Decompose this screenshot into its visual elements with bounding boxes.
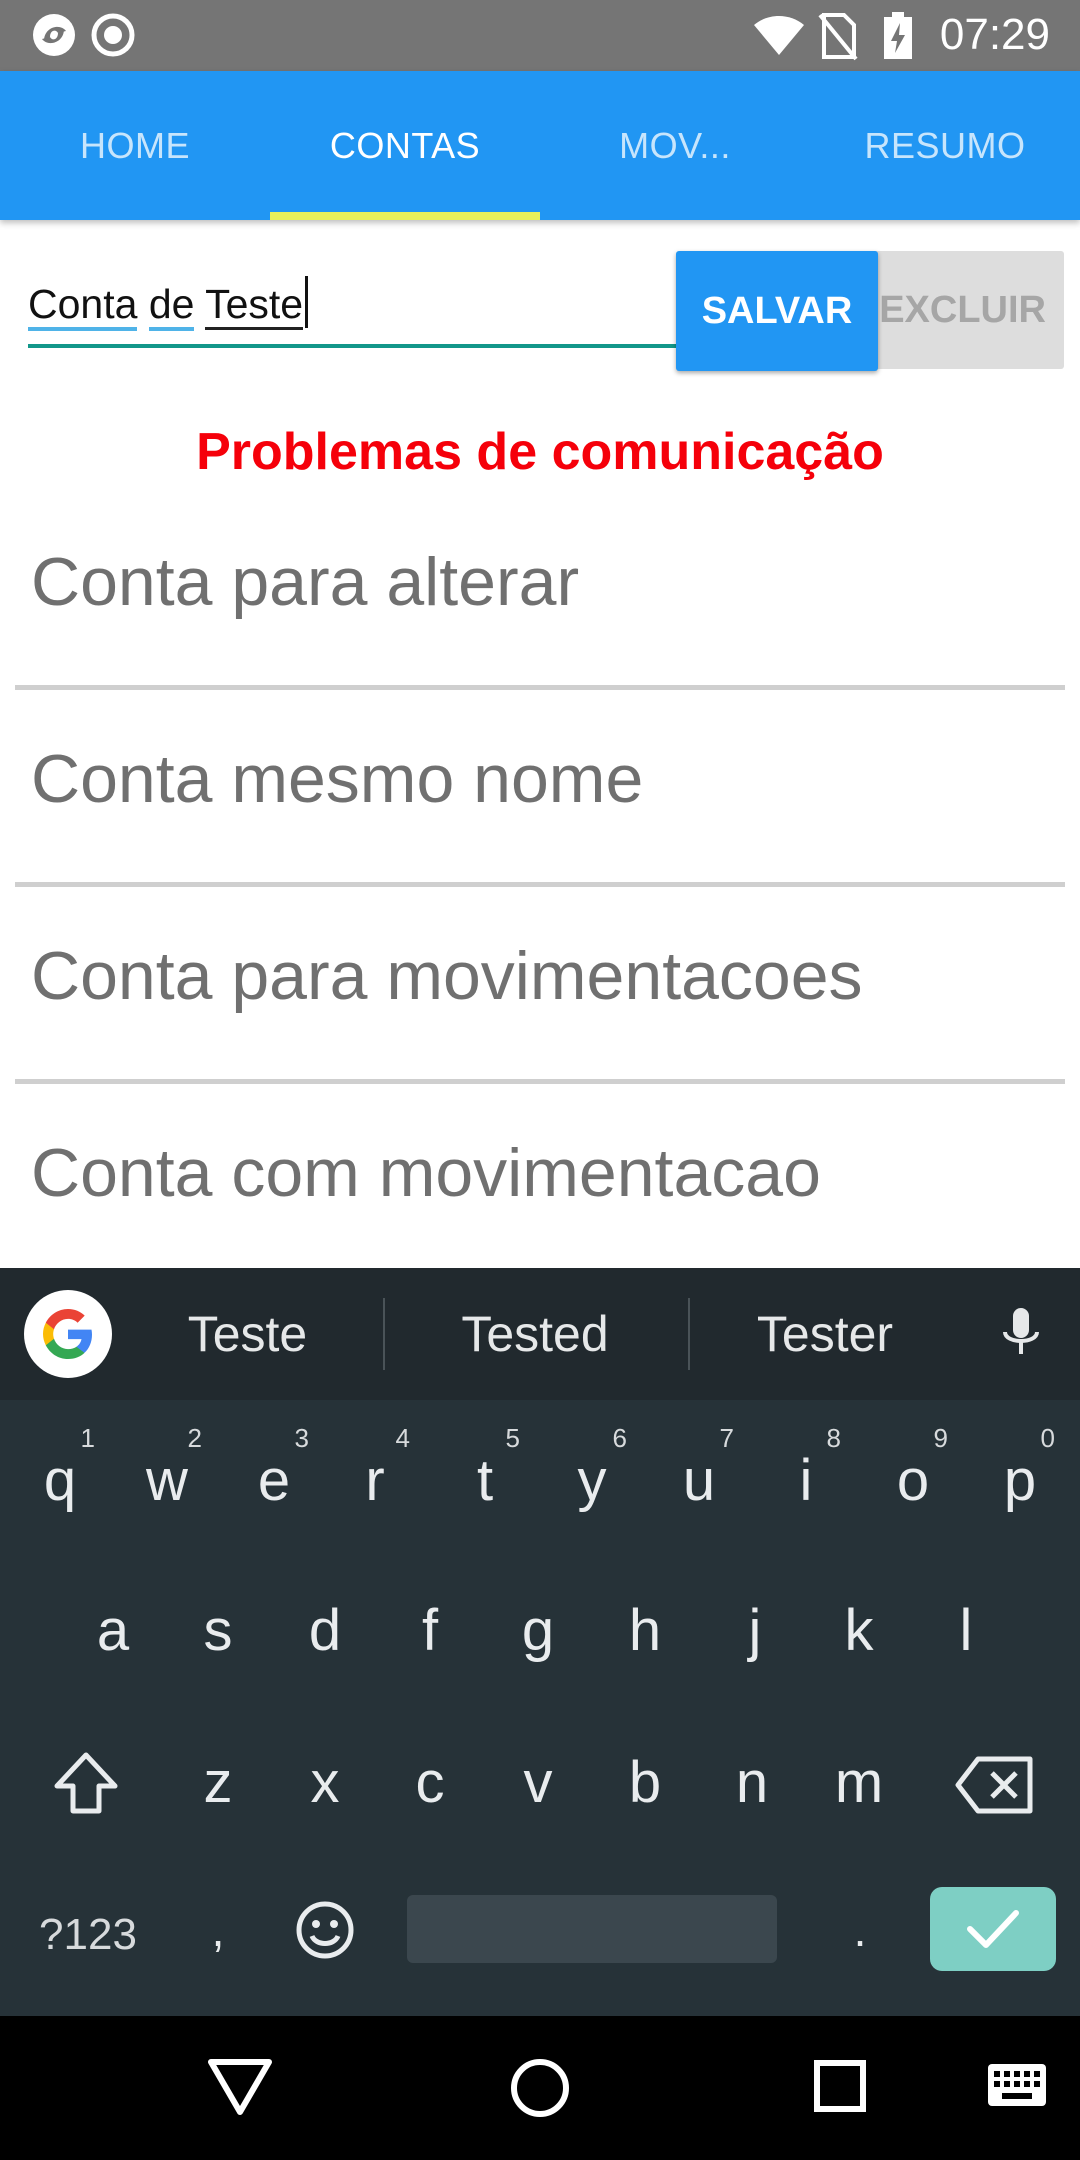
record-icon	[90, 11, 136, 64]
key-a[interactable]: a	[60, 1555, 166, 1705]
key-o[interactable]: o9	[860, 1405, 966, 1555]
active-tab-indicator	[270, 212, 540, 220]
key-z[interactable]: z	[165, 1707, 271, 1857]
emoji-key[interactable]	[275, 1870, 375, 1990]
list-item[interactable]: Conta com movimentacao	[15, 1084, 1065, 1281]
comma-key[interactable]: ,	[168, 1870, 268, 1990]
key-l[interactable]: l	[913, 1555, 1019, 1705]
key-j[interactable]: j	[702, 1555, 808, 1705]
key-t[interactable]: t5	[432, 1405, 538, 1555]
google-icon[interactable]	[24, 1290, 112, 1378]
backspace-key[interactable]	[945, 1740, 1045, 1830]
account-name: Conta para movimentacoes	[31, 938, 863, 1014]
tab-home[interactable]: HOME	[0, 71, 270, 220]
key-n[interactable]: n	[699, 1707, 805, 1857]
emoji-icon	[296, 1901, 354, 1959]
app-notification-icon	[30, 11, 78, 64]
shift-icon	[54, 1752, 118, 1814]
clock: 07:29	[939, 10, 1050, 59]
key-g[interactable]: g	[485, 1555, 591, 1705]
key-m[interactable]: m	[806, 1707, 912, 1857]
symbols-key[interactable]: ?123	[18, 1890, 158, 1980]
key-c[interactable]: c	[377, 1707, 483, 1857]
key-y[interactable]: y6	[539, 1405, 645, 1555]
suggestion-divider	[383, 1298, 385, 1370]
delete-button[interactable]: EXCLUIR	[868, 251, 1064, 369]
suggestion[interactable]: Tested	[410, 1268, 660, 1400]
key-k[interactable]: k	[806, 1555, 912, 1705]
navigation-bar	[0, 2016, 1080, 2160]
suggestion-divider	[688, 1298, 690, 1370]
status-bar: 07:29	[0, 0, 1080, 71]
back-icon[interactable]	[205, 2056, 275, 2123]
suggestion[interactable]: Tester	[715, 1268, 935, 1400]
period-key[interactable]: .	[810, 1870, 910, 1990]
keyboard-switch-icon[interactable]	[986, 2062, 1048, 2113]
no-sim-icon	[818, 11, 858, 66]
shift-key[interactable]	[36, 1738, 136, 1828]
tab-movimentacoes[interactable]: MOV...	[540, 71, 810, 220]
key-b[interactable]: b	[592, 1707, 698, 1857]
key-p[interactable]: p0	[967, 1405, 1073, 1555]
key-w[interactable]: w2	[114, 1405, 220, 1555]
list-item[interactable]: Conta mesmo nome	[15, 690, 1065, 887]
suggestion[interactable]: Teste	[140, 1268, 355, 1400]
input-word: Teste	[205, 281, 304, 330]
suggestion-bar: Teste Tested Tester	[0, 1268, 1080, 1400]
recents-icon[interactable]	[812, 2058, 868, 2119]
list-item[interactable]: Conta para movimentacoes	[15, 887, 1065, 1084]
tab-resumo[interactable]: RESUMO	[810, 71, 1080, 220]
text-caret	[305, 276, 309, 328]
microphone-icon[interactable]	[996, 1304, 1046, 1369]
input-word: Conta	[28, 281, 138, 331]
account-name: Conta com movimentacao	[31, 1135, 821, 1211]
backspace-icon	[955, 1756, 1033, 1814]
checkmark-icon	[967, 1910, 1019, 1948]
account-name-field[interactable]: Conta de Teste	[28, 262, 676, 352]
key-d[interactable]: d	[272, 1555, 378, 1705]
account-name: Conta para alterar	[31, 544, 580, 620]
list-item[interactable]: Conta para alterar	[15, 493, 1065, 690]
key-f[interactable]: f	[377, 1555, 483, 1705]
save-button[interactable]: SALVAR	[676, 251, 878, 371]
key-e[interactable]: e3	[221, 1405, 327, 1555]
key-s[interactable]: s	[165, 1555, 271, 1705]
key-u[interactable]: u7	[646, 1405, 752, 1555]
key-q[interactable]: q1	[7, 1405, 113, 1555]
tab-bar: HOME CONTAS MOV... RESUMO	[0, 71, 1080, 220]
key-i[interactable]: i8	[753, 1405, 859, 1555]
input-underline	[28, 344, 676, 348]
key-r[interactable]: r4	[322, 1405, 428, 1555]
space-bar[interactable]	[407, 1895, 777, 1963]
account-name: Conta mesmo nome	[31, 741, 644, 817]
error-message: Problemas de comunicação	[196, 423, 884, 481]
wifi-icon	[752, 11, 806, 64]
enter-key[interactable]	[930, 1887, 1056, 1971]
key-h[interactable]: h	[592, 1555, 698, 1705]
input-word: de	[148, 281, 195, 331]
tab-contas[interactable]: CONTAS	[270, 71, 540, 220]
key-x[interactable]: x	[272, 1707, 378, 1857]
battery-charging-icon	[882, 11, 914, 66]
key-v[interactable]: v	[485, 1707, 591, 1857]
account-name-input[interactable]: Conta de Teste	[28, 276, 309, 331]
home-icon[interactable]	[508, 2056, 572, 2125]
